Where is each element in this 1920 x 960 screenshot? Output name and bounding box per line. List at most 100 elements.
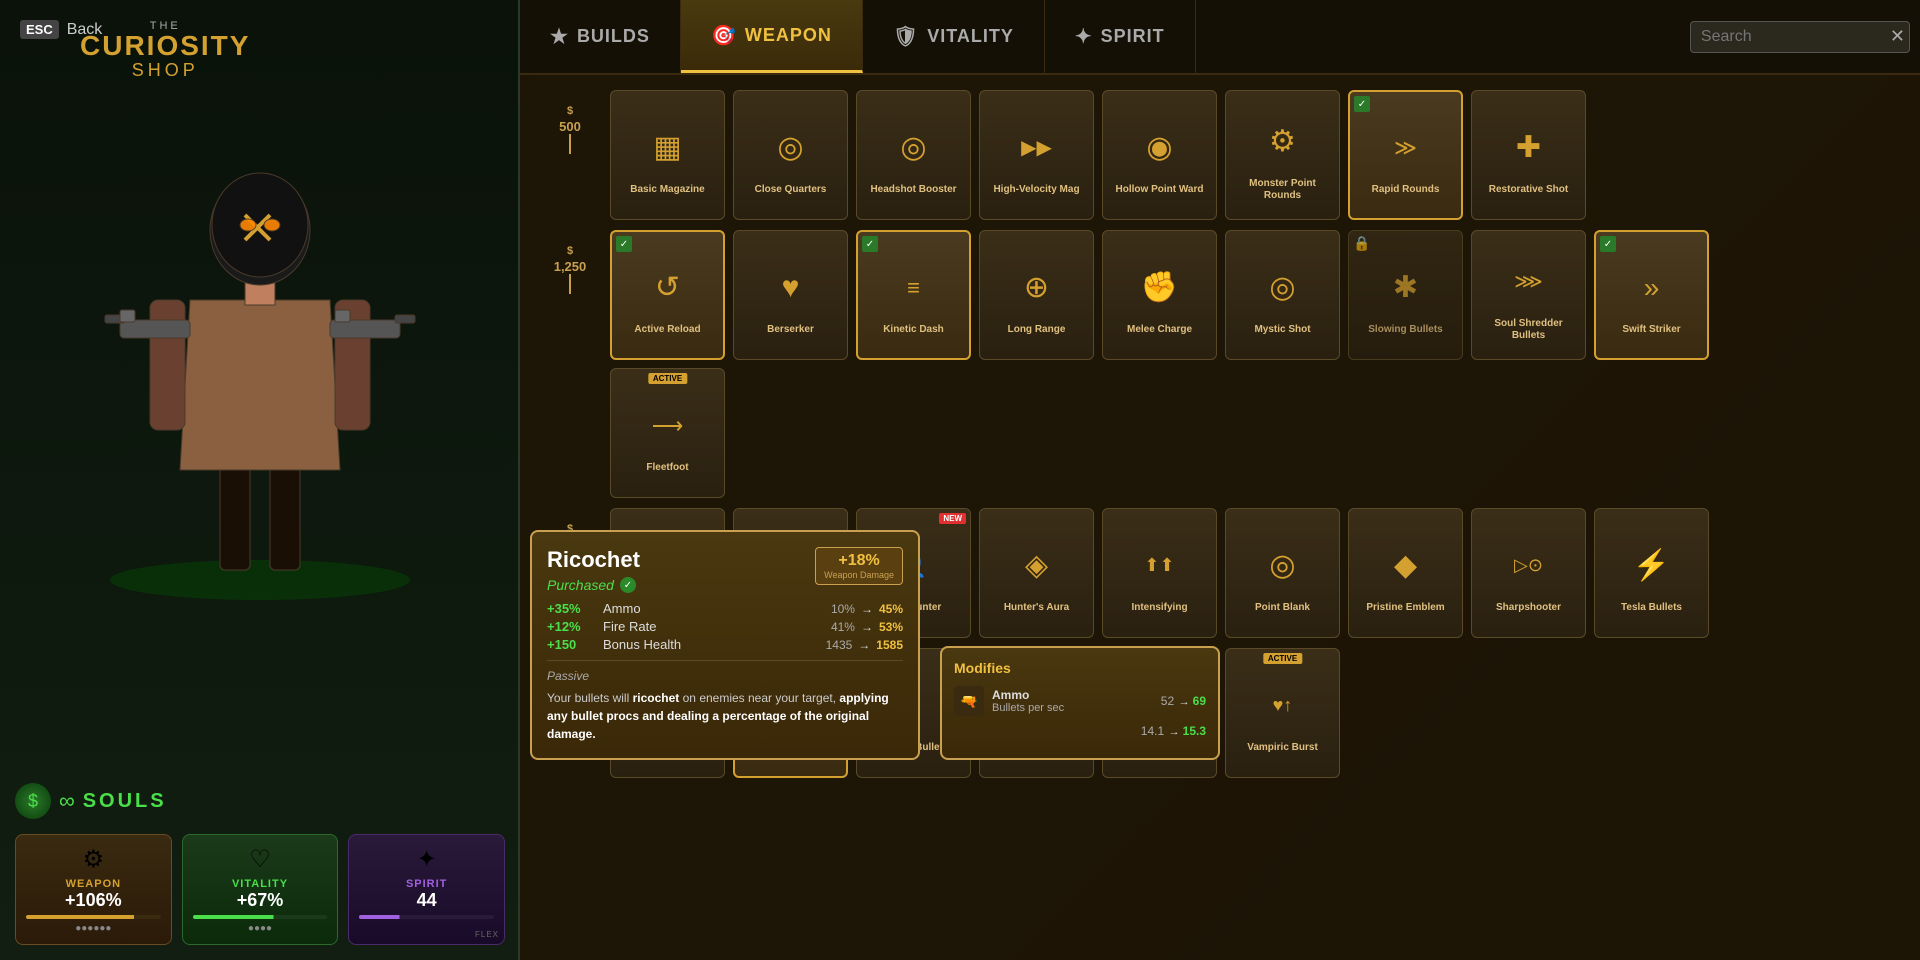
modifies-bps-values: 14.1 → 15.3: [1141, 722, 1206, 740]
tt-health-bonus: +150: [547, 637, 597, 652]
spirit-stat-name: SPIRIT: [359, 878, 494, 890]
tier-1250-items: ✓ Active Reload Berserker ✓ Kinetic Dash: [610, 230, 1900, 360]
vitality-stat-bar: [193, 915, 328, 919]
item-pristine-emblem[interactable]: Pristine Emblem: [1348, 508, 1463, 638]
item-swift-striker-label: Swift Striker: [1622, 324, 1680, 336]
swift-icon: [1622, 258, 1682, 318]
crosshair-icon: [761, 118, 821, 178]
slowing-icon: [1376, 258, 1436, 318]
item-fleetfoot[interactable]: ACTIVE Fleetfoot: [610, 368, 725, 498]
tt-stat-health: +150 Bonus Health 1435 → 1585: [547, 637, 903, 652]
tier-500-row: $ 500 Basic Magazine Close Quarters Head…: [540, 90, 1900, 220]
modifies-bps-old: 14.1: [1141, 724, 1164, 738]
modifies-ammo-row: 🔫 Ammo Bullets per sec 52 → 69: [954, 686, 1206, 716]
stat-cards: ⚙ WEAPON +106% ●●●●●● ♡ VITALITY +67% ●●…: [15, 834, 505, 945]
item-basic-magazine[interactable]: Basic Magazine: [610, 90, 725, 220]
item-swift-striker[interactable]: ✓ Swift Striker: [1594, 230, 1709, 360]
sharpshooter-icon: [1499, 536, 1559, 596]
tier-500-items: Basic Magazine Close Quarters Headshot B…: [610, 90, 1900, 220]
modifies-ammo-icon: 🔫: [954, 686, 984, 716]
item-hunters-aura-label: Hunter's Aura: [1004, 602, 1069, 614]
item-headshot-booster-label: Headshot Booster: [870, 184, 956, 196]
swift-striker-check: ✓: [1600, 236, 1616, 252]
item-slowing-bullets[interactable]: 🔒 Slowing Bullets: [1348, 230, 1463, 360]
tab-spirit[interactable]: ✦ Spirit: [1045, 0, 1196, 73]
tier-1250-row: $ 1,250 ✓ Active Reload Berserker: [540, 230, 1900, 498]
longrange-icon: [1007, 258, 1067, 318]
weapon-stat-val: +106%: [26, 890, 161, 911]
item-rapid-rounds[interactable]: ✓ Rapid Rounds: [1348, 90, 1463, 220]
item-melee-charge[interactable]: Melee Charge: [1102, 230, 1217, 360]
tier-1250-value: 1,250: [554, 259, 587, 274]
search-box: ✕: [1675, 0, 1920, 73]
modifies-ammo-name: Ammo: [992, 688, 1153, 702]
tt-health-name: Bonus Health: [603, 637, 820, 652]
item-active-reload-label: Active Reload: [634, 324, 700, 336]
vitality-stat-card: ♡ VITALITY +67% ●●●●: [182, 834, 339, 945]
spirit-tab-icon: ✦: [1075, 24, 1093, 49]
tab-builds-label: Builds: [577, 26, 650, 47]
item-monster-rounds[interactable]: Monster Point Rounds: [1225, 90, 1340, 220]
search-input[interactable]: [1690, 21, 1910, 53]
search-clear-icon[interactable]: ✕: [1890, 26, 1905, 47]
tab-builds[interactable]: ★ Builds: [520, 0, 681, 73]
item-kinetic-dash[interactable]: ✓ Kinetic Dash: [856, 230, 971, 360]
spirit-stat-icon: ✦: [359, 845, 494, 874]
mystic-icon: [1253, 258, 1313, 318]
souls-row: $ ∞ SOULS: [15, 783, 505, 819]
restorative-icon: [1499, 118, 1559, 178]
tt-stat-ammo: +35% Ammo 10% → 45%: [547, 601, 903, 616]
item-hunters-aura[interactable]: Hunter's Aura: [979, 508, 1094, 638]
item-rapid-rounds-label: Rapid Rounds: [1372, 184, 1440, 196]
tt-firerate-arrow: →: [861, 620, 873, 634]
item-soul-shredder-bullets[interactable]: Soul Shredder Bullets: [1471, 230, 1586, 360]
item-long-range[interactable]: Long Range: [979, 230, 1094, 360]
melee-icon: [1130, 258, 1190, 318]
tt-firerate-from: 41%: [831, 620, 855, 634]
item-intensifying-label: Intensifying: [1131, 602, 1187, 614]
tier-500-line: [569, 134, 571, 154]
fleet-icon: [638, 396, 698, 456]
tier-500-dollar: $: [567, 105, 573, 117]
spirit-stat-bar: [359, 915, 494, 919]
tier-1250-line: [569, 274, 571, 294]
vampiric-active-badge: ACTIVE: [1263, 653, 1302, 664]
item-soul-shredder-bullets-label: Soul Shredder Bullets: [1477, 318, 1580, 342]
spirit-stat-card: ✦ SPIRIT 44 FLEX: [348, 834, 505, 945]
bottom-stats: $ ∞ SOULS ⚙ WEAPON +106% ●●●●●● ♡ VITALI…: [0, 768, 520, 960]
item-point-blank[interactable]: Point Blank: [1225, 508, 1340, 638]
vampiric-icon: [1253, 676, 1313, 736]
modifies-ammo-values: 52 → 69: [1161, 692, 1206, 710]
item-restorative-shot[interactable]: Restorative Shot: [1471, 90, 1586, 220]
item-sharpshooter[interactable]: Sharpshooter: [1471, 508, 1586, 638]
tab-weapon[interactable]: 🎯 Weapon: [681, 0, 863, 73]
item-slowing-bullets-label: Slowing Bullets: [1368, 324, 1442, 336]
item-headshot-booster[interactable]: Headshot Booster: [856, 90, 971, 220]
slowing-lock-icon: 🔒: [1353, 235, 1370, 252]
tt-health-from: 1435: [826, 638, 853, 652]
item-high-velocity-mag[interactable]: High-Velocity Mag: [979, 90, 1094, 220]
item-hollow-point-ward-label: Hollow Point Ward: [1116, 184, 1204, 196]
weapon-dmg-badge: +18% Weapon Damage: [815, 547, 903, 585]
item-monster-rounds-label: Monster Point Rounds: [1231, 178, 1334, 202]
item-pristine-emblem-label: Pristine Emblem: [1366, 602, 1444, 614]
tab-vitality[interactable]: 🛡 Vitality: [863, 0, 1045, 73]
item-intensifying[interactable]: Intensifying: [1102, 508, 1217, 638]
item-mystic-shot[interactable]: Mystic Shot: [1225, 230, 1340, 360]
infinity-icon: ∞: [59, 788, 75, 814]
vitality-stat-name: VITALITY: [193, 878, 328, 890]
velocity-icon: [1007, 118, 1067, 178]
spirit-stat-val: 44: [359, 890, 494, 911]
modifies-ammo-new: 69: [1193, 694, 1206, 708]
item-restorative-shot-label: Restorative Shot: [1489, 184, 1568, 196]
item-vampiric-burst[interactable]: ACTIVE Vampiric Burst: [1225, 648, 1340, 778]
item-active-reload[interactable]: ✓ Active Reload: [610, 230, 725, 360]
item-hollow-point-ward[interactable]: Hollow Point Ward: [1102, 90, 1217, 220]
item-berserker[interactable]: Berserker: [733, 230, 848, 360]
item-close-quarters[interactable]: Close Quarters: [733, 90, 848, 220]
item-tesla-bullets[interactable]: Tesla Bullets: [1594, 508, 1709, 638]
tier-500-value: 500: [559, 119, 581, 134]
pristine-icon: [1376, 536, 1436, 596]
tt-ammo-bonus: +35%: [547, 601, 597, 616]
character-display: [0, 100, 520, 600]
